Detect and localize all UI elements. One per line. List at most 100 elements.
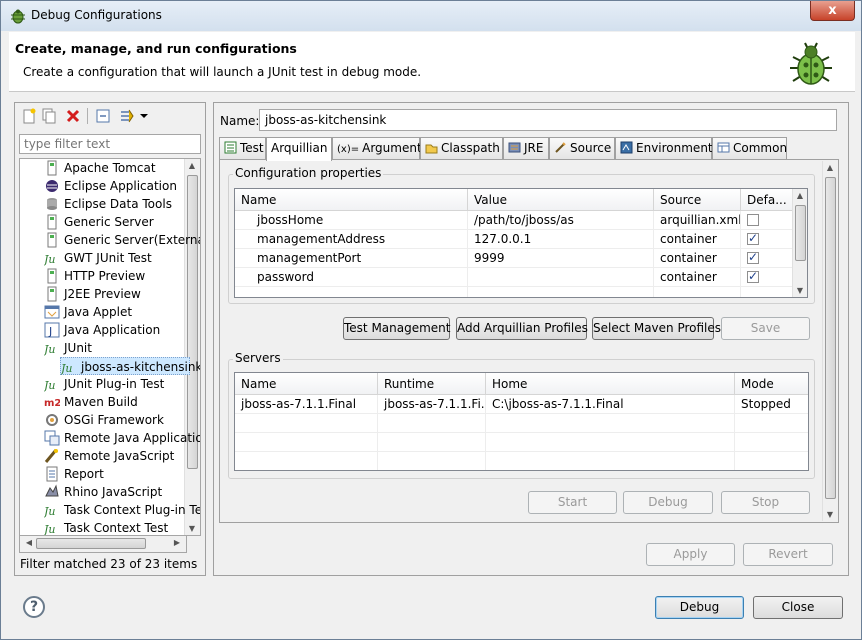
property-empty-cell (235, 287, 468, 297)
name-field[interactable]: jboss-as-kitchensink (259, 109, 837, 131)
revert-button[interactable]: Revert (743, 543, 833, 566)
maven-icon: m2 (44, 398, 60, 409)
property-value[interactable]: 9999 (468, 249, 654, 268)
property-name[interactable]: jbossHome (235, 211, 468, 230)
property-source[interactable]: container (654, 268, 741, 287)
chevron-down-icon[interactable] (139, 108, 149, 124)
default-checkbox[interactable] (747, 214, 759, 226)
properties-table[interactable]: Name Value Source Defa... jbossHome/path… (234, 188, 808, 298)
new-config-icon[interactable] (21, 108, 37, 124)
tab-common[interactable]: Common (712, 137, 787, 160)
scroll-down-icon[interactable]: ▼ (185, 524, 199, 533)
filter-input[interactable] (19, 134, 201, 154)
tree-vertical-scrollbar[interactable]: ▲ ▼ (184, 159, 200, 535)
col-source[interactable]: Source (654, 189, 741, 211)
tree-item-label: Task Context Test (64, 521, 169, 535)
debug-server-button[interactable]: Debug (623, 491, 713, 514)
add-arquillian-profiles-button[interactable]: Add Arquillian Profiles (456, 317, 588, 340)
test-tab-icon (224, 141, 237, 154)
stop-server-button[interactable]: Stop (721, 491, 810, 514)
scroll-thumb[interactable] (187, 175, 198, 469)
server-runtime[interactable]: jboss-as-7.1.1.Fi... (378, 395, 486, 414)
server-empty-cell (486, 452, 735, 470)
tab-arguments[interactable]: (x)= Arguments (332, 137, 428, 160)
title-bar[interactable]: Debug Configurations x (1, 1, 861, 31)
col-name[interactable]: Name (235, 189, 468, 211)
tab-arquillian[interactable]: Arquillian (266, 137, 332, 161)
start-server-button[interactable]: Start (528, 491, 617, 514)
help-icon[interactable]: ? (23, 596, 45, 618)
server-icon (47, 268, 57, 284)
config-tree[interactable]: ▲ ▼ Apache Tomcat Eclipse Application Ecli… (19, 158, 201, 536)
tab-environment[interactable]: Environment (615, 137, 713, 160)
scroll-up-icon[interactable]: ▲ (185, 161, 199, 170)
tree-item-label: J2EE Preview (64, 287, 141, 301)
svg-text:Ju: Ju (44, 505, 56, 518)
server-empty-cell (235, 433, 378, 452)
property-source[interactable]: arquillian.xml (654, 211, 741, 230)
launch-config-panel: ▲ ▼ Apache Tomcat Eclipse Application Ecli… (14, 102, 206, 576)
tree-item-label: GWT JUnit Test (64, 251, 152, 265)
svg-text:Ju: Ju (44, 253, 56, 266)
property-name[interactable]: password (235, 268, 468, 287)
property-source[interactable]: container (654, 230, 741, 249)
scroll-up-icon[interactable]: ▲ (823, 163, 837, 172)
filter-config-icon[interactable] (119, 108, 135, 124)
tab-content-scrollbar[interactable]: ▲ ▼ (822, 161, 838, 521)
tab-classpath[interactable]: Classpath (420, 137, 503, 160)
close-button[interactable]: Close (753, 596, 843, 619)
property-value[interactable] (468, 268, 654, 287)
delete-config-icon[interactable] (65, 108, 81, 124)
property-value[interactable]: 127.0.0.1 (468, 230, 654, 249)
property-source[interactable]: container (654, 249, 741, 268)
tree-item-label: Apache Tomcat (64, 161, 156, 175)
hscroll-thumb[interactable] (36, 538, 146, 549)
tab-test[interactable]: Test (219, 137, 266, 160)
debug-button[interactable]: Debug (655, 596, 744, 619)
tree-horizontal-scrollbar[interactable]: ◀ ▶ (19, 536, 187, 553)
col-value[interactable]: Value (468, 189, 654, 211)
duplicate-config-icon[interactable] (41, 108, 57, 124)
scroll-down-icon[interactable]: ▼ (793, 286, 807, 295)
server-home[interactable]: C:\jboss-as-7.1.1.Final (486, 395, 735, 414)
property-empty-cell (468, 287, 654, 297)
select-maven-profiles-button[interactable]: Select Maven Profiles (592, 317, 721, 340)
server-name[interactable]: jboss-as-7.1.1.Final (235, 395, 378, 414)
default-checkbox[interactable] (747, 269, 759, 283)
tab-jre[interactable]: JRE (503, 137, 549, 160)
col-mode[interactable]: Mode (735, 373, 808, 395)
scroll-up-icon[interactable]: ▲ (793, 191, 807, 200)
scroll-thumb[interactable] (795, 205, 806, 261)
window-close-button[interactable]: x (810, 1, 855, 21)
save-button[interactable]: Save (721, 317, 810, 340)
property-name[interactable]: managementPort (235, 249, 468, 268)
property-default-cell (741, 230, 793, 249)
header-title: Create, manage, and run configurations (15, 41, 297, 56)
collapse-all-icon[interactable] (95, 108, 111, 124)
col-home[interactable]: Home (486, 373, 735, 395)
tree-item-label: JUnit Plug-in Test (64, 377, 165, 391)
scroll-thumb[interactable] (825, 177, 836, 499)
default-checkbox[interactable] (747, 250, 759, 264)
tab-label: Common (733, 141, 788, 155)
col-server-name[interactable]: Name (235, 373, 378, 395)
apply-button[interactable]: Apply (646, 543, 735, 566)
tab-source[interactable]: Source (549, 137, 615, 160)
scroll-right-icon[interactable]: ▶ (170, 538, 184, 547)
tab-label: Source (570, 141, 612, 155)
property-value[interactable]: /path/to/jboss/as (468, 211, 654, 230)
property-name[interactable]: managementAddress (235, 230, 468, 249)
servers-table[interactable]: Name Runtime Home Mode jboss-as-7.1.1.Fi… (234, 372, 809, 471)
rhino-icon (45, 484, 59, 497)
col-runtime[interactable]: Runtime (378, 373, 486, 395)
scroll-left-icon[interactable]: ◀ (22, 538, 36, 547)
scroll-down-icon[interactable]: ▼ (823, 510, 837, 519)
default-checkbox[interactable] (747, 231, 759, 245)
properties-scrollbar[interactable]: ▲ ▼ (792, 189, 807, 297)
test-management-button[interactable]: Test Management (343, 317, 451, 340)
tree-item[interactable]: Ju jboss-as-kitchensink (60, 357, 200, 375)
tree-item-label: Task Context Plug-in Te (64, 503, 201, 517)
server-mode[interactable]: Stopped (735, 395, 808, 414)
col-default[interactable]: Defa... (741, 189, 793, 211)
tree-item-label: Java Applet (64, 305, 133, 319)
